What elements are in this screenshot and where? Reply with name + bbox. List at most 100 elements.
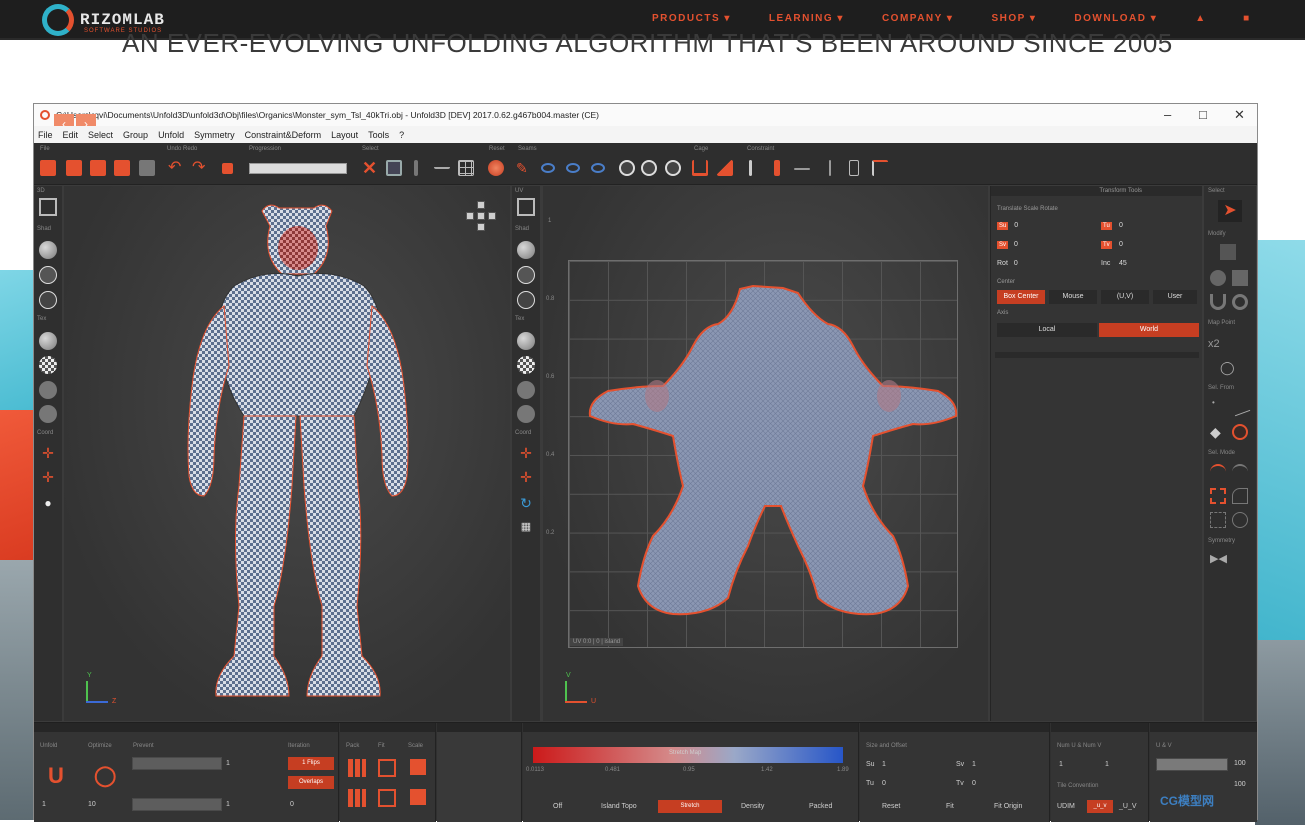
tile-tu-value[interactable]: 0: [882, 780, 886, 787]
sphere-select-icon[interactable]: [1210, 270, 1226, 286]
mode-island-topo-button[interactable]: Island Topo: [601, 803, 637, 810]
texture-sphere-icon[interactable]: [39, 332, 57, 350]
seam-auto-2-icon[interactable]: [641, 160, 657, 176]
center-box-button[interactable]: Box Center: [997, 290, 1045, 304]
menu-unfold[interactable]: Unfold: [158, 130, 184, 140]
convention-upper-uv[interactable]: _U_V: [1119, 803, 1137, 810]
uv-axis-icon[interactable]: ✛: [519, 446, 533, 460]
menu-symmetry[interactable]: Symmetry: [194, 130, 235, 140]
seam-auto-3-icon[interactable]: [665, 160, 681, 176]
straighten-icon[interactable]: [872, 160, 888, 176]
3d-viewport[interactable]: Y Z: [64, 186, 510, 721]
reset-icon[interactable]: [488, 160, 504, 176]
overlaps-button[interactable]: Overlaps: [288, 776, 334, 789]
grid-icon[interactable]: [458, 160, 474, 176]
pack-icon[interactable]: [348, 759, 366, 777]
prevent-field-2[interactable]: [132, 798, 222, 811]
uv-grid-icon[interactable]: ▦: [519, 520, 533, 534]
uv-axis-2-icon[interactable]: ✛: [519, 470, 533, 484]
u-select-icon[interactable]: [1210, 294, 1226, 310]
texture-off-2-icon[interactable]: [39, 405, 57, 423]
mode-density-button[interactable]: Density: [741, 803, 764, 810]
paint-select-icon[interactable]: [1210, 512, 1226, 528]
unfold-icon[interactable]: U: [48, 763, 64, 789]
num-u-value[interactable]: 1: [1059, 761, 1063, 768]
circle-select-icon[interactable]: [1232, 512, 1248, 528]
tile-tv-value[interactable]: 0: [972, 780, 976, 787]
uv-texture-off-icon[interactable]: [517, 381, 535, 399]
uv-viewport[interactable]: 1 0.8 0.6 0.4 0.2 UV 0:0 | 0 | island V …: [543, 186, 988, 721]
x2-label[interactable]: x2: [1208, 338, 1220, 350]
mode-off-button[interactable]: Off: [553, 803, 562, 810]
uv-texture-off-2-icon[interactable]: [517, 405, 535, 423]
seam-icon[interactable]: [541, 163, 555, 173]
pin-2-icon[interactable]: [774, 160, 780, 176]
scale-2-icon[interactable]: [410, 789, 426, 805]
select-cursor-icon[interactable]: ➤: [1218, 200, 1242, 222]
menu-tools[interactable]: Tools: [368, 130, 389, 140]
u-size-field[interactable]: [1156, 758, 1228, 771]
frame-view-icon[interactable]: [39, 198, 57, 216]
pin-icon[interactable]: [749, 160, 752, 176]
convention-lower-uv[interactable]: _u_v: [1087, 800, 1113, 813]
uv-rotate-icon[interactable]: ↻: [519, 496, 533, 510]
iteration-value[interactable]: 0: [290, 801, 294, 808]
edge-select-icon[interactable]: [1229, 395, 1251, 417]
load-file-icon[interactable]: [66, 160, 82, 176]
tile-su-value[interactable]: 1: [882, 761, 886, 768]
lasso-select-icon[interactable]: [1232, 488, 1248, 504]
face-select-icon[interactable]: ◆: [1210, 424, 1226, 440]
scale-icon[interactable]: [410, 759, 426, 775]
undo-icon[interactable]: ↶: [168, 160, 184, 176]
rot-value[interactable]: 0: [1014, 260, 1018, 267]
cut-icon[interactable]: ✎: [516, 160, 532, 176]
cage-icon[interactable]: [692, 160, 708, 176]
uv-wire-icon[interactable]: [517, 266, 535, 284]
save-as-icon[interactable]: [114, 160, 130, 176]
num-v-value[interactable]: 1: [1105, 761, 1109, 768]
rect-select-icon[interactable]: [1210, 488, 1226, 504]
fit-icon[interactable]: [378, 759, 396, 777]
menu-select[interactable]: Select: [88, 130, 113, 140]
nav-products[interactable]: PRODUCTS ▾: [652, 13, 731, 24]
light-icon[interactable]: ●: [41, 496, 55, 510]
island-select-icon[interactable]: [1232, 424, 1248, 440]
cart-icon[interactable]: ■: [1243, 13, 1249, 24]
deselect-icon[interactable]: ✕: [362, 159, 378, 177]
wire-sphere-icon[interactable]: [39, 266, 57, 284]
flips-button[interactable]: 1 Flips: [288, 757, 334, 770]
unfold-count-value[interactable]: 1: [42, 801, 46, 808]
prevent-field[interactable]: [132, 757, 222, 770]
axis-2-icon[interactable]: ✛: [41, 470, 55, 484]
redo-icon[interactable]: ↷: [192, 160, 208, 176]
prevent-value[interactable]: 1: [226, 760, 230, 767]
select-line-icon[interactable]: [434, 160, 450, 169]
nav-shop[interactable]: SHOP ▾: [991, 13, 1036, 24]
menu-layout[interactable]: Layout: [331, 130, 358, 140]
su-value[interactable]: 0: [1014, 222, 1018, 229]
minimize-button[interactable]: –: [1164, 107, 1171, 122]
frame-uv-icon[interactable]: [517, 198, 535, 216]
optimize-count-value[interactable]: 10: [88, 801, 96, 808]
optimize-icon[interactable]: ◯: [94, 763, 116, 788]
tv-value[interactable]: 0: [1119, 241, 1123, 248]
nav-learning[interactable]: LEARNING ▾: [769, 13, 844, 24]
tu-value[interactable]: 0: [1119, 222, 1123, 229]
line-icon[interactable]: [794, 168, 810, 170]
shade-sphere-icon[interactable]: [39, 241, 57, 259]
pack-2-icon[interactable]: [348, 789, 366, 807]
axis-local-button[interactable]: Local: [997, 323, 1097, 337]
checker-sphere-icon[interactable]: [39, 356, 57, 374]
shield-icon[interactable]: ◯: [1220, 360, 1236, 376]
tile-reset-button[interactable]: Reset: [882, 803, 900, 810]
menu-edit[interactable]: Edit: [63, 130, 79, 140]
menu-file[interactable]: File: [38, 130, 53, 140]
uv-shade-icon[interactable]: [517, 241, 535, 259]
wire-sphere-2-icon[interactable]: [39, 291, 57, 309]
wave-select-2-icon[interactable]: [1232, 464, 1248, 480]
tile-fit-button[interactable]: Fit: [946, 803, 954, 810]
nav-download[interactable]: DOWNLOAD ▾: [1074, 13, 1157, 24]
convention-udim[interactable]: UDIM: [1057, 803, 1075, 810]
uv-checker-icon[interactable]: [517, 356, 535, 374]
mode-stretch-button[interactable]: Stretch: [658, 800, 722, 813]
